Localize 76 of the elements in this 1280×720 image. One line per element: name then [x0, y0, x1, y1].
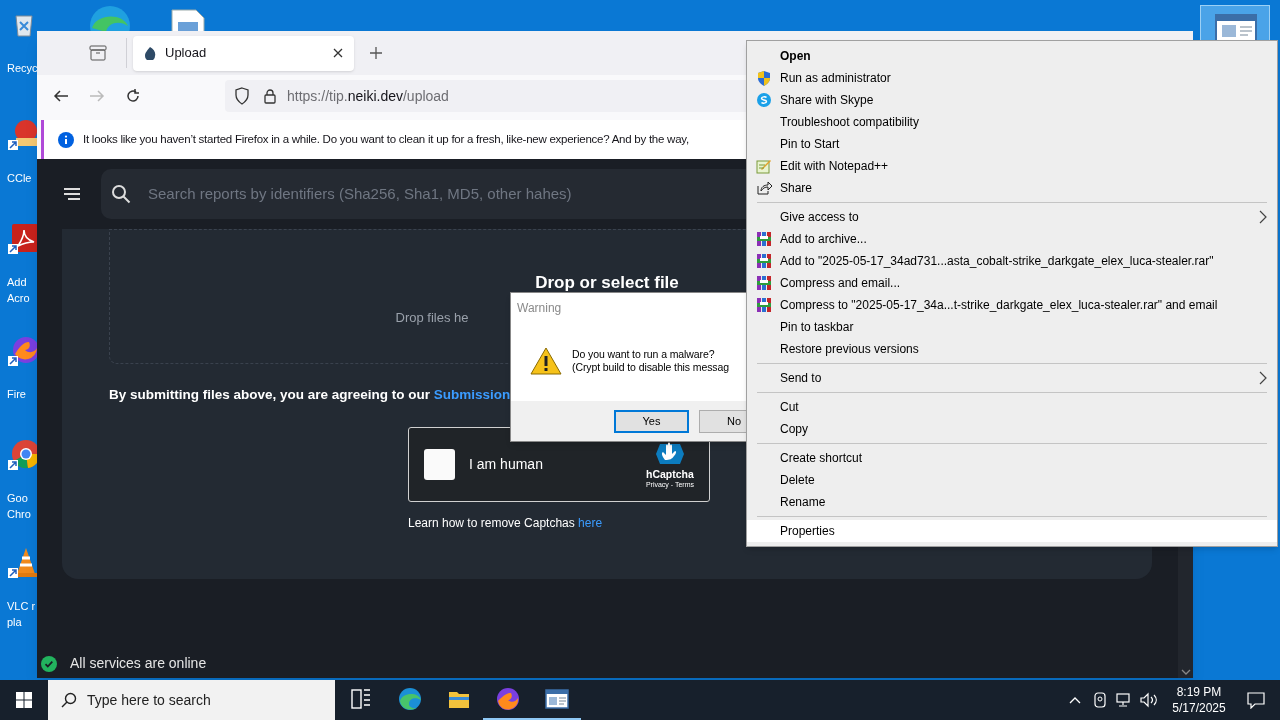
menu-item[interactable]: Compress and email...: [747, 272, 1277, 294]
drop-hint: Drop files he: [395, 308, 469, 327]
menu-item[interactable]: Properties: [747, 520, 1277, 542]
chevron-right-icon: [1259, 210, 1267, 224]
taskbar-search-field[interactable]: Type here to search: [48, 680, 335, 720]
dialog-title: Warning: [517, 300, 562, 317]
captcha-brand: hCaptcha: [646, 467, 694, 480]
browser-icon: [397, 687, 422, 711]
window-icon: [544, 687, 569, 711]
drop-title: Drop or select file: [535, 272, 679, 294]
lock-icon: [263, 88, 277, 104]
search-input[interactable]: Type here to search: [87, 689, 335, 711]
status-text: All services are online: [70, 654, 207, 673]
fox-icon: [495, 687, 520, 711]
books-icon: [755, 231, 772, 247]
menu-item[interactable]: Add to "2025-05-17_34ad731...asta_cobalt-strike_darkgate_elex_luca-stealer.rar": [747, 250, 1277, 272]
fox-icon[interactable]: [8, 334, 37, 366]
browser-tab[interactable]: Upload: [133, 35, 354, 71]
menu-item[interactable]: Pin to taskbar: [747, 316, 1277, 338]
search-icon: [61, 692, 77, 708]
chevron-right-icon: [1259, 371, 1267, 385]
task-view-icon: [348, 687, 373, 711]
shield-icon: [755, 70, 772, 86]
icon-label[interactable]: Goo Chro: [4, 490, 31, 522]
menu-item[interactable]: Create shortcut: [747, 447, 1277, 469]
speaker-icon[interactable]: [1140, 692, 1158, 708]
menu-item[interactable]: Add to archive...: [747, 228, 1277, 250]
dialog-button[interactable]: Yes: [614, 409, 689, 433]
menu-item[interactable]: Restore previous versions: [747, 338, 1277, 360]
icon-label[interactable]: Recyc: [4, 60, 38, 76]
menu-item[interactable]: Delete: [747, 469, 1277, 491]
icon-label[interactable]: VLC r pla: [4, 598, 36, 630]
device-icon[interactable]: [1093, 692, 1107, 708]
help-link[interactable]: here: [578, 516, 603, 531]
shield-icon: [234, 87, 250, 105]
url-text: https://tip.neiki.dev/upload: [287, 86, 449, 106]
icon-label[interactable]: Fire: [4, 386, 26, 402]
info-icon: [58, 131, 74, 148]
tray-icon: [89, 45, 107, 61]
captcha-label: I am human: [469, 455, 544, 475]
books-icon: [755, 297, 772, 313]
dialog-message: Do you want to run a malware? (Crypt build to disable this messag: [572, 348, 729, 374]
reload-icon[interactable]: [125, 88, 141, 104]
books-icon: [755, 253, 772, 269]
file-icon[interactable]: [170, 8, 206, 31]
icon-label[interactable]: CCle: [4, 170, 32, 186]
share-icon: [755, 180, 772, 196]
page-icon: [143, 46, 157, 60]
window-icon[interactable]: [1214, 13, 1258, 43]
notepad-icon: [755, 158, 772, 174]
captcha-checkbox[interactable]: [424, 449, 455, 481]
menu-item[interactable]: Troubleshoot compatibility: [747, 111, 1277, 133]
menu-item[interactable]: Pin to Start: [747, 133, 1277, 155]
back-icon[interactable]: [53, 88, 69, 104]
search-icon: [111, 184, 131, 204]
books-icon: [755, 275, 772, 291]
notification-text: It looks like you haven’t started Firefox in a while. Do you want to clean it up for a fresh, like-new experience? And by the way,: [83, 131, 689, 147]
icon-label[interactable]: Add Acro: [4, 274, 30, 306]
menu-item[interactable]: Open: [747, 45, 1277, 67]
windows-icon: [16, 692, 32, 708]
menu-item[interactable]: Send to: [747, 367, 1277, 389]
document-icon[interactable]: [8, 222, 37, 254]
plus-icon[interactable]: [369, 46, 383, 60]
notification-icon[interactable]: [1247, 691, 1265, 709]
warning-icon: [530, 347, 562, 375]
chevron-down-icon: [1180, 668, 1191, 676]
terms-link[interactable]: Submission: [433, 387, 511, 402]
menu-item[interactable]: Rename: [747, 491, 1277, 513]
network-icon[interactable]: [1116, 692, 1132, 708]
clock[interactable]: 8:19 PM 5/17/2025: [1166, 684, 1232, 716]
skype-icon: [755, 92, 772, 108]
close-icon[interactable]: [332, 47, 344, 59]
menu-icon[interactable]: [63, 187, 81, 201]
chevron-up-icon[interactable]: [1069, 696, 1081, 704]
tab-title: Upload: [165, 44, 208, 63]
menu-item[interactable]: Compress to "2025-05-17_34a...t-strike_darkgate_elex_luca-stealer.rar" and email: [747, 294, 1277, 316]
